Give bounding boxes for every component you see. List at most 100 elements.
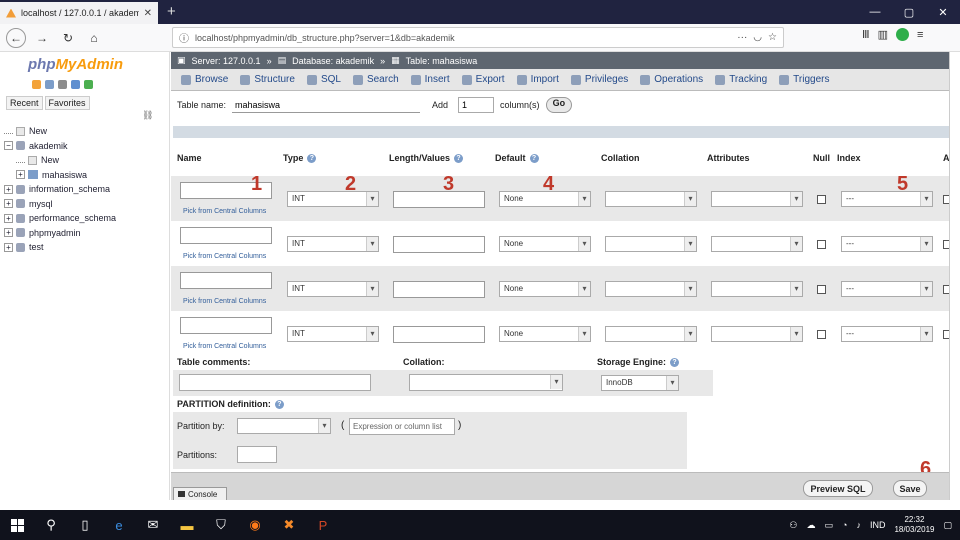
pocket-icon[interactable]: ◡ xyxy=(753,32,762,43)
pick-central-columns-link[interactable]: Pick from Central Columns xyxy=(183,298,266,305)
length-values-input[interactable] xyxy=(393,281,485,298)
tree-item-new[interactable]: New xyxy=(4,124,168,139)
mail-icon[interactable]: ✉ xyxy=(136,510,170,540)
type-select[interactable]: INT xyxy=(287,326,379,342)
tab-operations[interactable]: Operations xyxy=(634,69,709,91)
partitions-input[interactable] xyxy=(237,446,277,463)
expand-icon[interactable]: + xyxy=(4,242,13,252)
help-icon[interactable]: ? xyxy=(307,153,317,163)
help-icon[interactable]: ? xyxy=(670,357,680,367)
collation-select[interactable] xyxy=(605,281,697,297)
column-name-input[interactable] xyxy=(180,272,272,289)
attributes-select[interactable] xyxy=(711,281,803,297)
right-scrollbar[interactable] xyxy=(949,52,960,500)
console-tab[interactable]: Console xyxy=(173,487,227,500)
extension-icon[interactable] xyxy=(896,28,909,41)
index-select[interactable]: --- xyxy=(841,326,933,342)
bookmark-star-icon[interactable]: ☆ xyxy=(768,32,777,43)
collation-select[interactable] xyxy=(605,236,697,252)
expand-icon[interactable]: + xyxy=(4,213,13,223)
breadcrumb-database[interactable]: Database: akademik xyxy=(292,56,374,66)
recent-tab[interactable]: Recent xyxy=(6,96,43,110)
reload-icon[interactable]: ↻ xyxy=(58,28,78,48)
language-indicator[interactable]: IND xyxy=(870,520,886,530)
firefox-icon[interactable]: ◉ xyxy=(238,510,272,540)
xampp-icon[interactable]: ✖ xyxy=(272,510,306,540)
home-icon[interactable] xyxy=(32,80,41,89)
logout-icon[interactable] xyxy=(45,80,54,89)
url-bar[interactable]: ⓘ localhost/phpmyadmin/db_structure.php?… xyxy=(172,27,784,48)
tree-item-db[interactable]: + mysql xyxy=(4,197,168,212)
reload-nav-icon[interactable] xyxy=(84,80,93,89)
menu-icon[interactable]: ≡ xyxy=(917,29,923,41)
more-icon[interactable]: ··· xyxy=(737,32,747,43)
notifications-icon[interactable]: ▢ xyxy=(943,520,952,531)
expand-icon[interactable]: + xyxy=(4,199,13,209)
length-values-input[interactable] xyxy=(393,236,485,253)
edge-icon[interactable]: e xyxy=(102,510,136,540)
collation-select[interactable] xyxy=(605,191,697,207)
column-name-input[interactable] xyxy=(180,317,272,334)
close-window-icon[interactable]: ✕ xyxy=(926,6,960,19)
tree-connector[interactable] xyxy=(16,158,25,163)
tree-item-new[interactable]: New xyxy=(4,153,168,168)
cloud-icon[interactable]: ☁ xyxy=(806,520,815,531)
expand-icon[interactable]: + xyxy=(4,228,13,238)
help-icon[interactable]: ? xyxy=(454,153,464,163)
attributes-select[interactable] xyxy=(711,326,803,342)
null-checkbox[interactable] xyxy=(817,240,826,249)
add-columns-input[interactable] xyxy=(458,97,495,113)
default-select[interactable]: None xyxy=(499,236,591,252)
collation-select[interactable] xyxy=(605,326,697,342)
column-name-input[interactable] xyxy=(180,227,272,244)
home-icon[interactable]: ⌂ xyxy=(84,28,104,48)
null-checkbox[interactable] xyxy=(817,330,826,339)
people-icon[interactable]: ⚇ xyxy=(789,520,797,531)
phpmyadmin-logo[interactable]: phpMyAdmin xyxy=(28,56,123,73)
length-values-input[interactable] xyxy=(393,191,485,208)
library-icon[interactable]: Ⅲ xyxy=(862,28,870,41)
expand-icon[interactable]: + xyxy=(16,170,25,180)
default-select[interactable]: None xyxy=(499,326,591,342)
tree-item-db[interactable]: + information_schema xyxy=(4,182,168,197)
help-icon[interactable]: ? xyxy=(274,399,284,409)
table-name-input[interactable] xyxy=(232,97,421,113)
task-view-icon[interactable]: ▯ xyxy=(68,510,102,540)
preview-sql-button[interactable]: Preview SQL xyxy=(803,480,873,497)
minimize-icon[interactable]: — xyxy=(858,6,892,18)
collapse-icon[interactable]: − xyxy=(4,141,13,151)
table-comments-input[interactable] xyxy=(179,374,371,391)
tab-tracking[interactable]: Tracking xyxy=(709,69,773,91)
maximize-icon[interactable]: ▢ xyxy=(892,6,926,19)
go-button[interactable]: Go xyxy=(545,97,573,113)
volume-icon[interactable]: ♪ xyxy=(856,520,861,530)
null-checkbox[interactable] xyxy=(817,285,826,294)
back-icon[interactable]: ← xyxy=(6,27,26,48)
powerpoint-icon[interactable]: P xyxy=(306,510,340,540)
favorites-tab[interactable]: Favorites xyxy=(44,96,90,110)
pick-central-columns-link[interactable]: Pick from Central Columns xyxy=(183,253,266,260)
wifi-icon[interactable]: ◔ xyxy=(842,520,847,530)
tab-sql[interactable]: SQL xyxy=(301,69,347,91)
docs-icon[interactable] xyxy=(58,80,67,89)
tree-item-db[interactable]: + performance_schema xyxy=(4,211,168,226)
partition-by-select[interactable] xyxy=(237,418,331,434)
expand-icon[interactable]: + xyxy=(4,184,13,194)
sidebar-icon[interactable]: ▥ xyxy=(878,28,888,41)
partition-expression-input[interactable]: Expression or column list xyxy=(349,418,455,435)
pick-central-columns-link[interactable]: Pick from Central Columns xyxy=(183,208,266,215)
tree-item-db[interactable]: + test xyxy=(4,240,168,255)
tab-privileges[interactable]: Privileges xyxy=(565,69,634,91)
tree-item-db-open[interactable]: − akademik xyxy=(4,139,168,154)
start-button[interactable] xyxy=(0,510,34,540)
table-collation-select[interactable] xyxy=(409,374,563,391)
help-icon[interactable]: ? xyxy=(529,153,539,163)
store-icon[interactable]: ⛉ xyxy=(204,510,238,540)
type-select[interactable]: INT xyxy=(287,281,379,297)
clock[interactable]: 22:32 18/03/2019 xyxy=(894,515,934,535)
storage-engine-select[interactable]: InnoDB xyxy=(601,375,679,391)
settings-icon[interactable] xyxy=(71,80,80,89)
battery-icon[interactable]: ▭ xyxy=(824,520,833,531)
null-checkbox[interactable] xyxy=(817,195,826,204)
tab-browse[interactable]: Browse xyxy=(175,69,234,91)
